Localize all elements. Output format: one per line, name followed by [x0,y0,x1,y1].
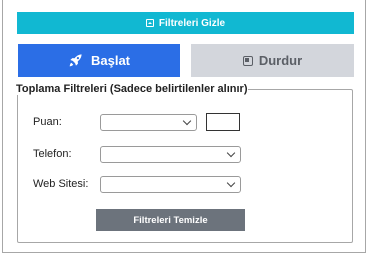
hide-filters-label: Filtreleri Gizle [158,17,226,29]
chevron-down-icon [226,178,236,188]
website-label: Web Sitesi: [33,178,89,190]
phone-label: Telefon: [33,148,72,160]
chevron-down-icon [182,116,192,126]
rating-label: Puan: [33,116,62,128]
stop-button[interactable]: Durdur [191,44,354,77]
clear-filters-label: Filtreleri Temizle [133,214,208,226]
phone-select[interactable] [100,146,241,163]
filters-legend: Toplama Filtreleri (Sadece belirtilenler… [16,83,248,95]
stop-icon [242,55,253,66]
start-button-label: Başlat [90,53,131,68]
collapse-icon [145,19,154,27]
rocket-icon [69,54,82,67]
chevron-down-icon [226,148,236,158]
start-button[interactable]: Başlat [18,44,180,77]
rating-value-box[interactable] [206,113,240,131]
stop-button-label: Durdur [258,53,303,68]
rating-select[interactable] [100,114,197,131]
hide-filters-button[interactable]: Filtreleri Gizle [17,12,354,34]
website-select[interactable] [100,176,241,193]
clear-filters-button[interactable]: Filtreleri Temizle [96,209,245,231]
